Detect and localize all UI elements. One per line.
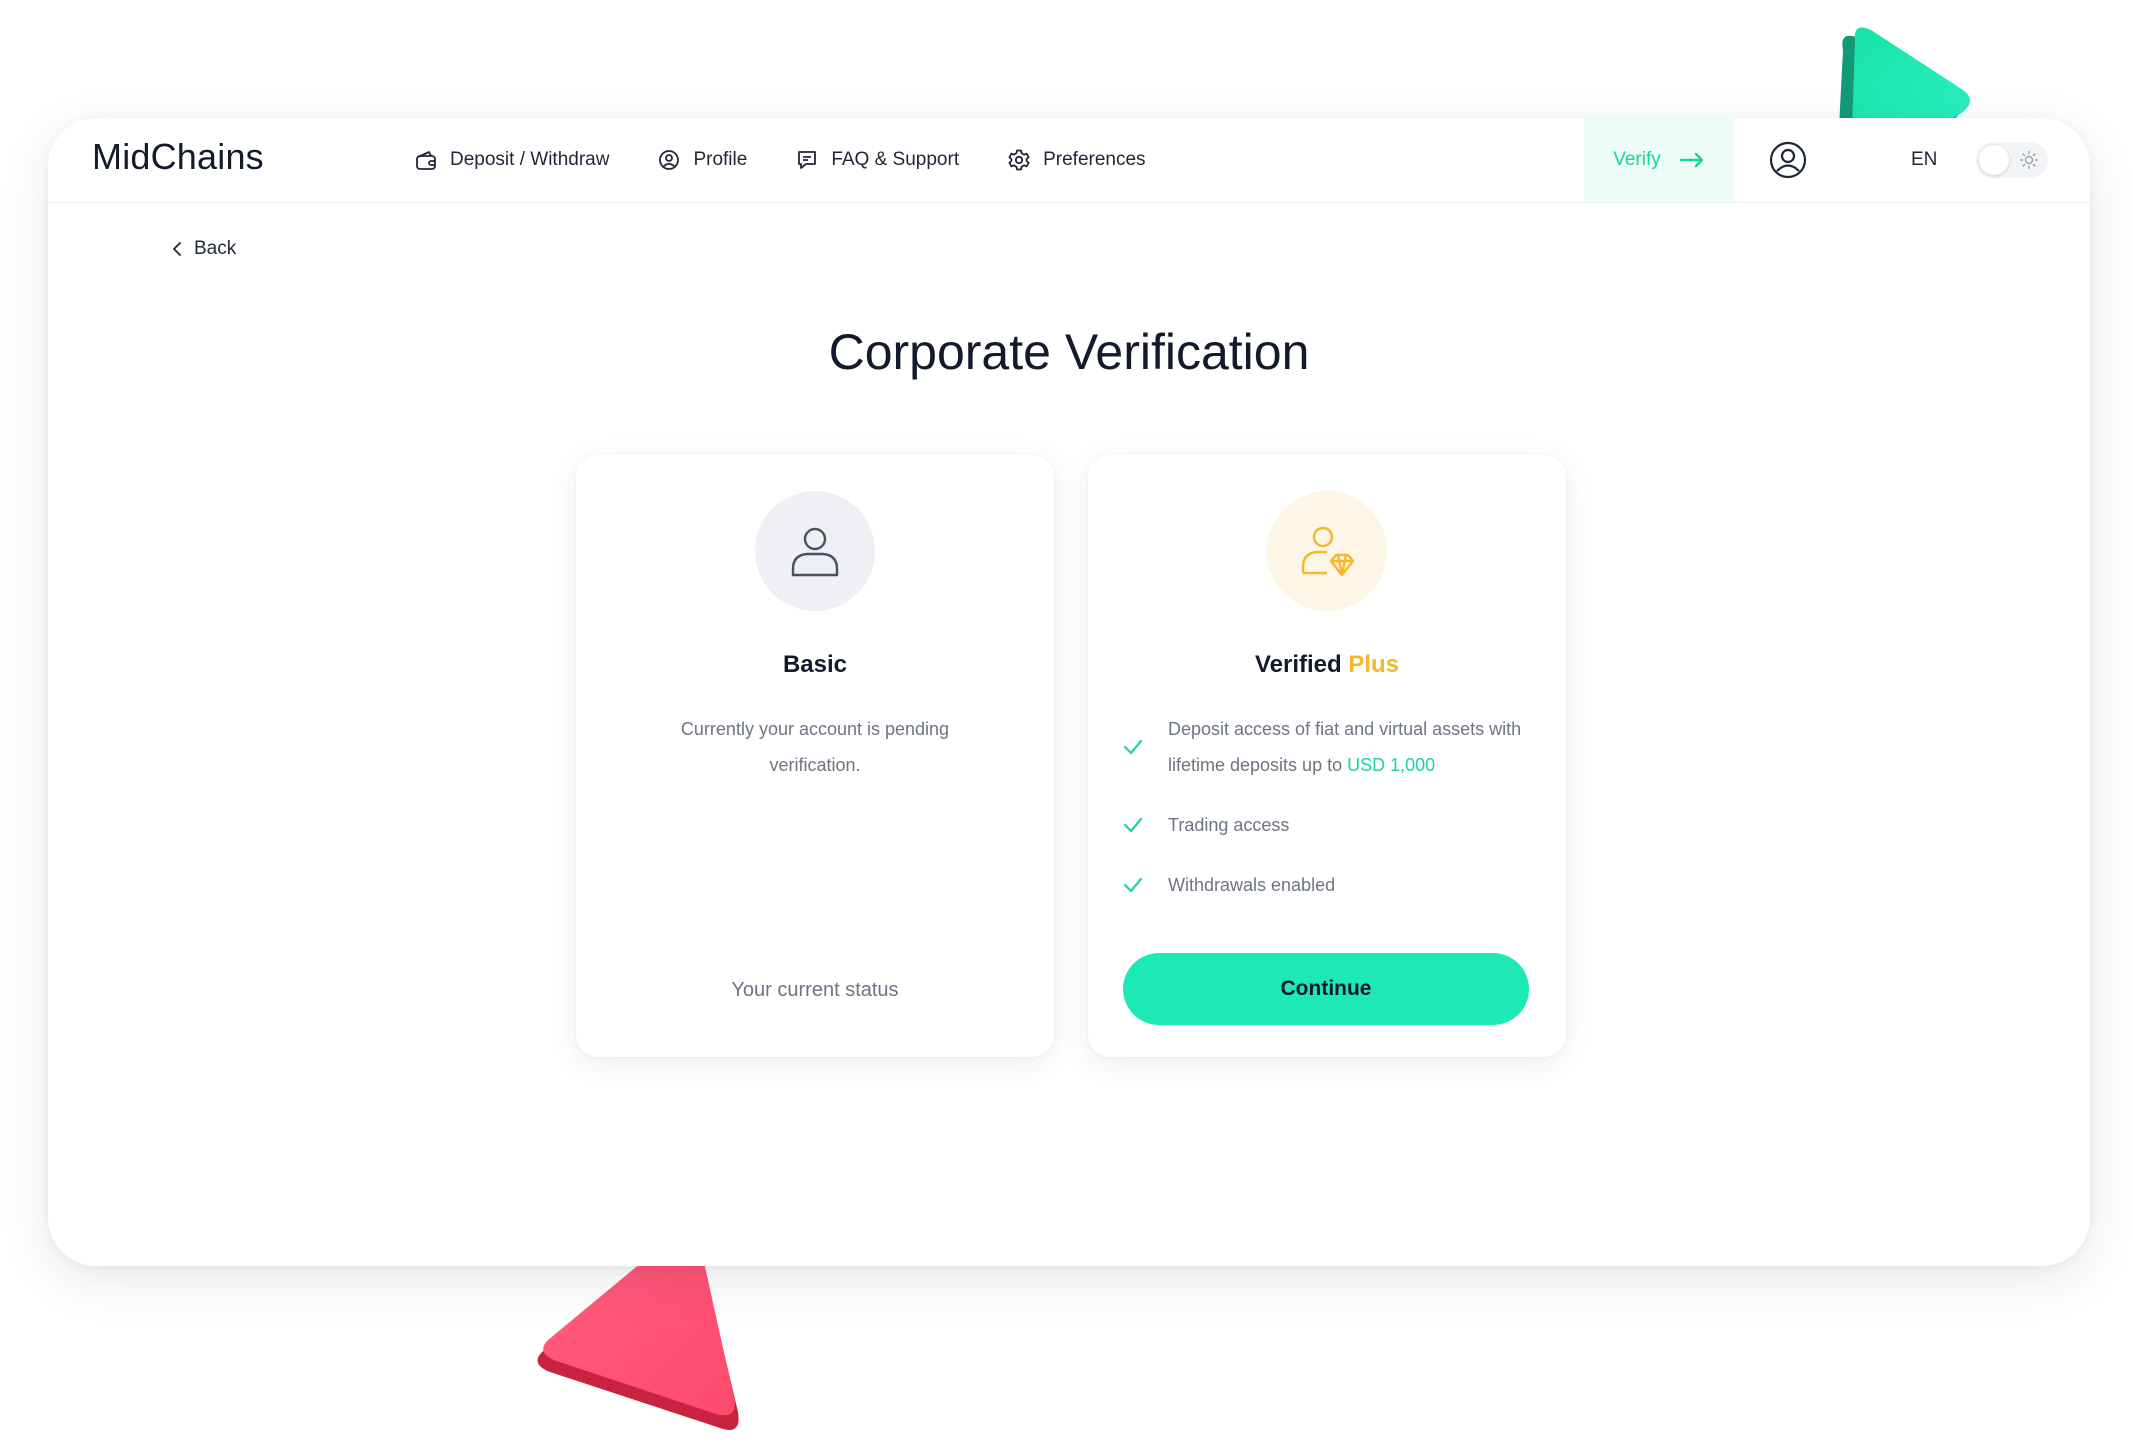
tier-name: Verified Plus	[1088, 651, 1566, 679]
feature-item: Trading access	[1122, 807, 1542, 843]
brand-name: MidChains	[92, 136, 264, 177]
wallet-icon	[416, 151, 436, 170]
feature-text: Withdrawals enabled	[1168, 875, 1336, 895]
continue-button[interactable]: Continue	[1123, 953, 1529, 1025]
feature-text: Deposit access of fiat and virtual asset…	[1168, 711, 1542, 783]
current-status-label: Your current status	[731, 979, 899, 1001]
main-nav: Deposit / Withdraw Profile FAQ & Support	[414, 118, 1194, 202]
arrow-right-icon	[1679, 152, 1703, 168]
user-icon	[791, 527, 839, 577]
top-navigation-bar: MidChains Deposit / Withdraw Profile FAQ…	[48, 118, 2090, 203]
theme-toggle[interactable]	[1976, 142, 2048, 178]
toggle-knob	[1979, 145, 2009, 175]
check-icon	[1123, 739, 1143, 755]
nav-item-profile[interactable]: Profile	[657, 148, 747, 172]
verify-label: Verify	[1613, 149, 1661, 170]
nav-item-deposit-withdraw[interactable]: Deposit / Withdraw	[414, 148, 609, 172]
tier-name-accent: Plus	[1348, 651, 1400, 678]
user-diamond-icon	[1301, 526, 1355, 577]
tier-description: Currently your account is pending verifi…	[680, 719, 950, 775]
nav-item-faq-support[interactable]: FAQ & Support	[795, 148, 959, 172]
sun-icon	[2019, 150, 2039, 170]
nav-label: Deposit / Withdraw	[450, 149, 610, 170]
chat-icon	[798, 151, 817, 169]
feature-list: Deposit access of fiat and virtual asset…	[1122, 711, 1542, 927]
tier-name-main: Verified	[1254, 651, 1342, 678]
verify-button[interactable]: Verify	[1584, 118, 1734, 202]
basic-tier-card: Basic Currently your account is pending …	[576, 455, 1054, 1057]
gear-icon	[1008, 149, 1030, 171]
back-label: Back	[194, 238, 237, 259]
verified-plus-tier-card: Verified Plus Deposit access of fiat and…	[1088, 455, 1566, 1057]
profile-icon	[659, 150, 680, 170]
back-link[interactable]: Back	[172, 238, 236, 260]
check-icon	[1123, 817, 1143, 833]
deposit-limit-highlight: USD 1,000	[1347, 755, 1436, 775]
midchains-logo[interactable]: MidChains	[92, 136, 264, 178]
feature-text-main: Deposit access of fiat and virtual asset…	[1168, 719, 1522, 775]
chevron-left-icon	[173, 242, 181, 256]
tier-name: Basic	[782, 651, 848, 678]
feature-item: Deposit access of fiat and virtual asset…	[1122, 711, 1542, 783]
nav-label: Profile	[693, 149, 748, 170]
nav-label: FAQ & Support	[831, 149, 960, 170]
app-window: MidChains Deposit / Withdraw Profile FAQ…	[48, 118, 2090, 1266]
language-selector[interactable]: EN	[1911, 149, 1937, 171]
feature-item: Withdrawals enabled	[1122, 867, 1542, 903]
nav-item-preferences[interactable]: Preferences	[1007, 148, 1146, 172]
basic-avatar	[755, 491, 875, 611]
verified-plus-avatar	[1267, 491, 1387, 611]
page-title: Corporate Verification	[828, 324, 1310, 380]
account-icon[interactable]	[1768, 140, 1808, 180]
check-icon	[1123, 877, 1143, 893]
feature-text: Trading access	[1168, 815, 1290, 835]
nav-label: Preferences	[1043, 149, 1146, 170]
